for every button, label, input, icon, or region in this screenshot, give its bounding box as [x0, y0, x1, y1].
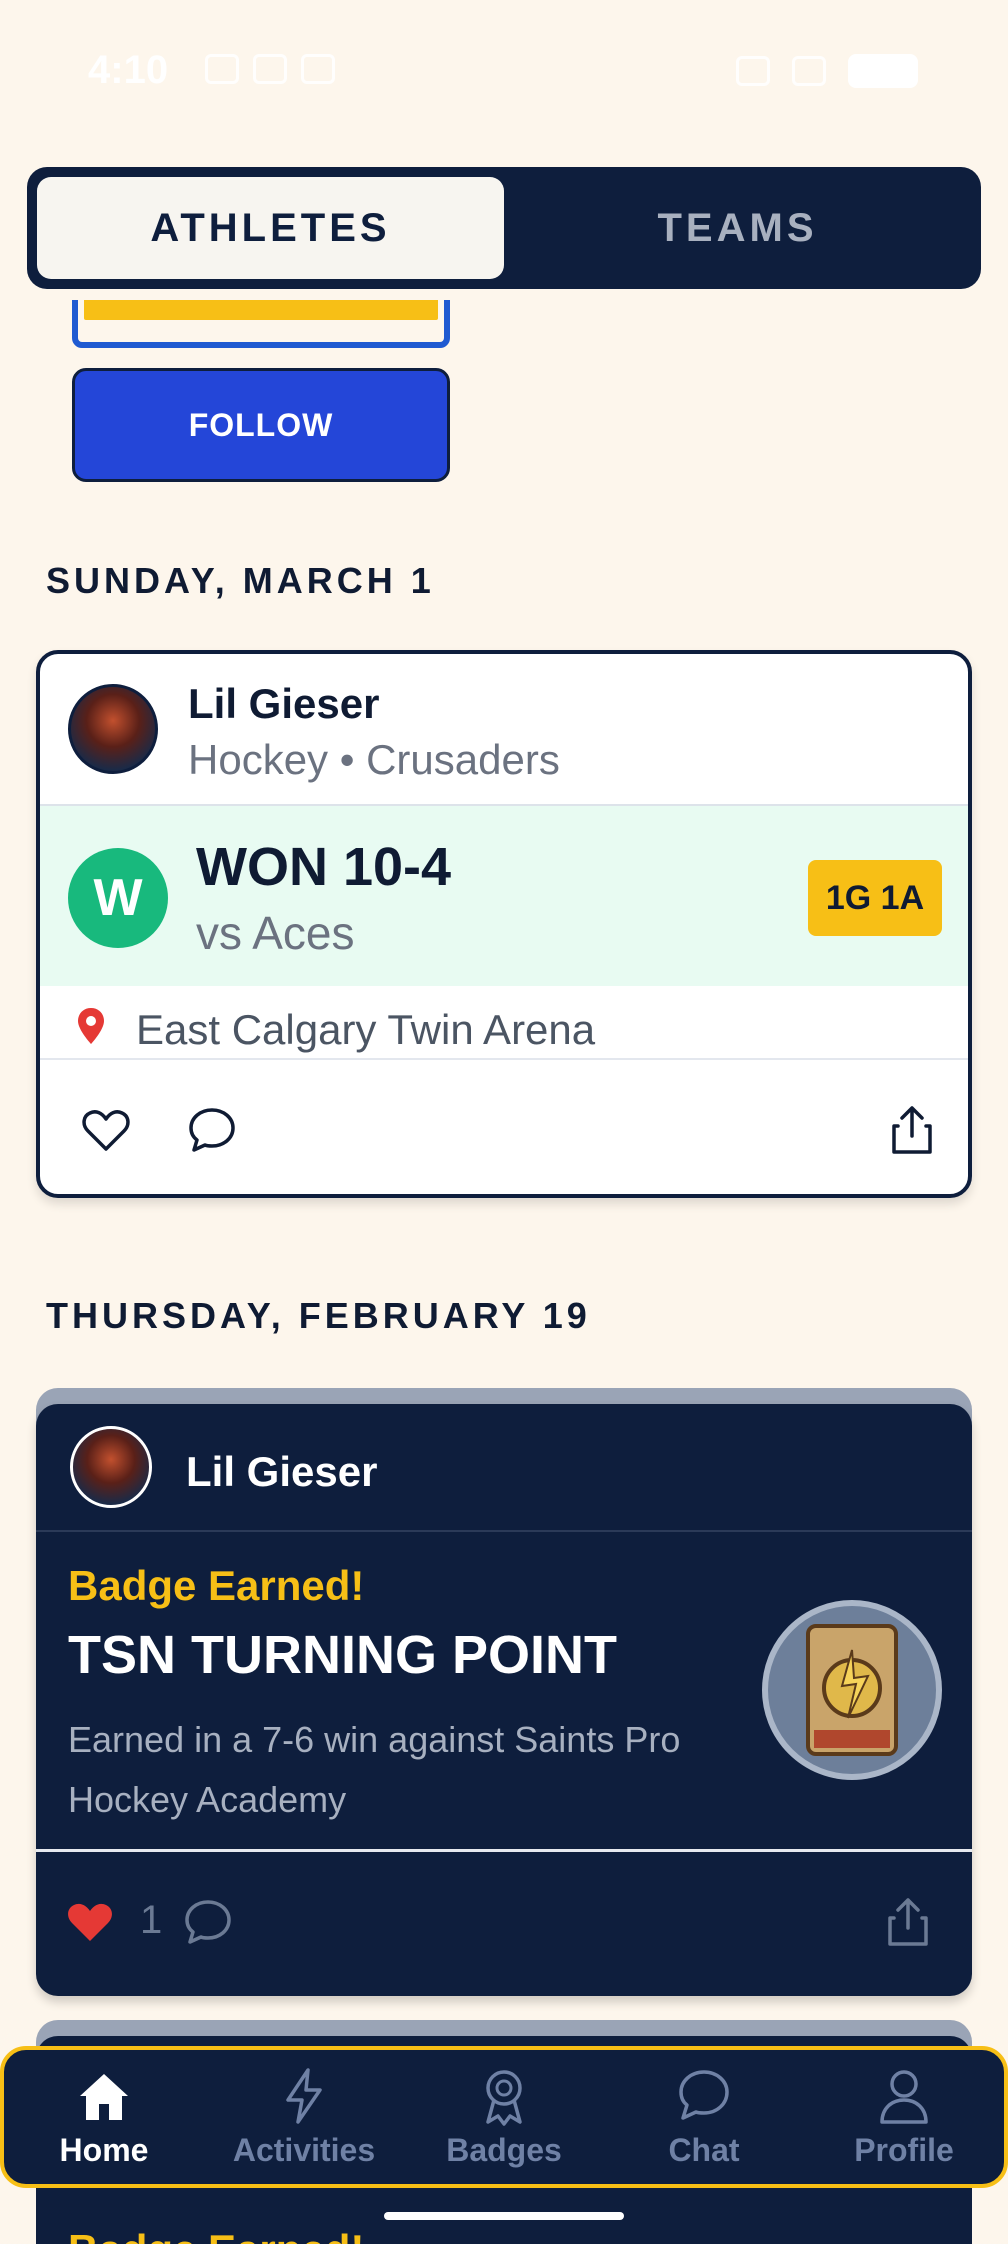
sim-icon	[301, 54, 335, 84]
athletes-teams-toggle: ATHLETES TEAMS	[27, 167, 981, 289]
avatar[interactable]	[68, 684, 158, 774]
card-actions	[40, 1060, 968, 1194]
badge-medal-image[interactable]	[762, 1600, 942, 1780]
badge-earned-card[interactable]: Lil Gieser Badge Earned! TSN TURNING POI…	[36, 1404, 972, 1996]
notification-icons	[205, 54, 335, 84]
person-icon	[880, 2069, 928, 2124]
date-header: THURSDAY, FEBRUARY 19	[46, 1295, 591, 1336]
tab-teams[interactable]: TEAMS	[504, 177, 971, 279]
wifi-icon	[792, 56, 826, 86]
game-location: East Calgary Twin Arena	[40, 986, 968, 1060]
avatar[interactable]	[70, 1426, 152, 1508]
nav-label: Badges	[446, 2131, 562, 2168]
nav-badges[interactable]: Badges	[404, 2050, 604, 2184]
nav-label: Activities	[232, 2131, 376, 2168]
card-header: Lil Gieser Hockey • Crusaders	[40, 654, 968, 804]
comment-icon[interactable]	[182, 1896, 234, 1948]
stats-badge: 1G 1A	[808, 860, 942, 936]
liked-heart-icon[interactable]	[64, 1896, 116, 1948]
home-indicator	[384, 2212, 624, 2220]
sport-team: Hockey • Crusaders	[188, 736, 560, 783]
badge-ribbon-icon	[486, 2069, 522, 2126]
home-icon	[80, 2073, 128, 2120]
activity-feed[interactable]: FOLLOW SUNDAY, MARCH 1 Lil Gieser Hockey…	[0, 300, 1008, 2244]
system-icons	[736, 54, 918, 88]
badge-body: Badge Earned! TSN TURNING POINT Earned i…	[36, 1532, 972, 1852]
athlete-name[interactable]: Lil Gieser	[186, 1448, 377, 1496]
athlete-name[interactable]: Lil Gieser	[188, 680, 379, 728]
win-badge: W	[68, 848, 168, 948]
nav-home[interactable]: Home	[4, 2050, 204, 2184]
status-bar: 4:10	[0, 0, 1008, 150]
comment-icon[interactable]	[186, 1104, 238, 1156]
badge-description: Earned in a 7-6 win against Saints Pro H…	[68, 1719, 681, 1820]
badge-earned-label: Badge Earned!	[68, 1562, 365, 1609]
bottom-nav: Home Activities Badges Chat Profile	[0, 2046, 1008, 2188]
follow-button[interactable]: FOLLOW	[72, 368, 450, 482]
nav-chat[interactable]: Chat	[604, 2050, 804, 2184]
mail-icon	[205, 54, 239, 84]
battery-icon	[848, 54, 918, 88]
nav-label: Chat	[668, 2131, 740, 2168]
like-icon[interactable]	[80, 1104, 132, 1156]
status-time: 4:10	[88, 48, 169, 92]
nav-label: Profile	[854, 2131, 954, 2168]
game-score: WON 10-4	[196, 837, 452, 897]
badge-title: TSN TURNING POINT	[68, 1625, 617, 1685]
game-result: W WON 10-4 vs Aces 1G 1A	[40, 804, 968, 986]
game-result-card[interactable]: Lil Gieser Hockey • Crusaders W WON 10-4…	[36, 650, 972, 1198]
nav-activities[interactable]: Activities	[204, 2050, 404, 2184]
like-count: 1	[140, 1898, 163, 1942]
voicemail-icon	[253, 54, 287, 84]
date-header: SUNDAY, MARCH 1	[46, 560, 435, 601]
signal-icon	[736, 56, 770, 86]
share-icon[interactable]	[886, 1104, 938, 1156]
athlete-card-partial	[72, 300, 450, 348]
badge-earned-label: Badge Earned!	[68, 2226, 364, 2244]
location-text: East Calgary Twin Arena	[136, 1006, 596, 1053]
opponent: vs Aces	[196, 907, 355, 959]
card-header: Lil Gieser	[36, 1404, 972, 1532]
card-actions: 1	[36, 1852, 972, 1992]
nav-profile[interactable]: Profile	[804, 2050, 1004, 2184]
nav-label: Home	[59, 2131, 149, 2168]
share-icon[interactable]	[882, 1896, 934, 1948]
badge-medal-icon	[806, 1624, 898, 1756]
chat-bubble-icon	[679, 2069, 729, 2120]
tab-athletes[interactable]: ATHLETES	[37, 177, 504, 279]
lightning-icon	[286, 2067, 322, 2124]
location-pin-icon	[78, 1008, 104, 1044]
